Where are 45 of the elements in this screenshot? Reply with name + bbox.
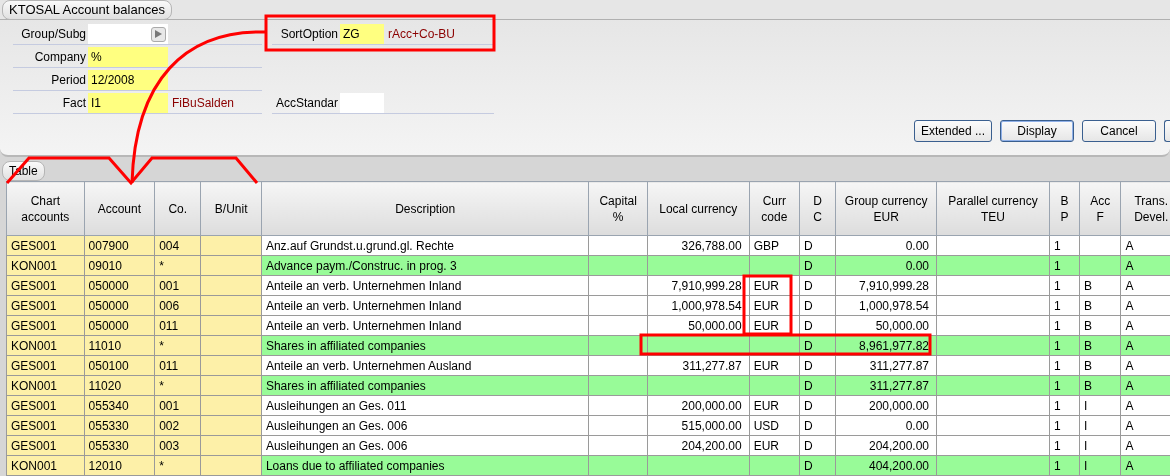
input-field[interactable]: % [88,47,168,67]
input-field[interactable]: 12/2008 [88,70,168,90]
table-cell: KON001 [6,255,85,276]
window-title[interactable]: KTOSAL Account balances [2,0,173,20]
table-cell: GES001 [6,315,85,336]
column-header[interactable]: B P [1049,181,1080,236]
table-cell: GES001 [6,235,85,256]
play-icon[interactable] [151,26,166,42]
column-header[interactable]: Co. [154,181,201,236]
column-header[interactable]: Chart accounts [6,181,85,236]
column-header[interactable]: Parallel currency TEU [936,181,1050,236]
column-header[interactable]: Acc F [1079,181,1121,236]
table-cell: GES001 [6,415,85,436]
field-label: AccStandar [274,95,339,112]
button[interactable]: Cancel [1082,120,1156,142]
column-header[interactable]: Trans. Devel. [1120,181,1170,236]
column-header[interactable]: Local currency [647,181,750,236]
input-field[interactable]: ZG [340,24,384,44]
field-label: SortOption [279,26,339,43]
button[interactable]: Display [1000,120,1074,142]
input-field[interactable] [340,93,384,113]
input-field[interactable]: I1 [88,93,168,113]
column-header[interactable]: D C [799,181,836,236]
table-cell: KON001 [6,375,85,396]
picker-field[interactable] [88,24,168,44]
column-header[interactable]: Description [261,181,589,236]
table-cell: KON001 [6,335,85,356]
table-cell: GES001 [6,295,85,316]
field-label: Group/Subg [20,26,87,43]
button[interactable]: Extended ... [913,120,992,142]
column-header[interactable]: Curr code [749,181,800,236]
field-description: FiBuSalden [171,95,235,112]
column-header[interactable]: Group currency EUR [835,181,937,236]
field-label: Company [33,49,87,66]
field-label: Fact [61,95,87,112]
field-description: rAcc+Co-BU [387,26,455,43]
table-cell: KON001 [6,455,85,476]
table-cell: GES001 [6,355,85,376]
column-header[interactable]: Account [84,181,155,236]
field-label: Period [50,72,87,89]
column-header[interactable]: Capital % [588,181,648,236]
table-cell: GES001 [6,275,85,296]
table-cell: GES001 [6,395,85,416]
table-cell: GES001 [6,435,85,456]
column-header[interactable]: B/Unit [200,181,262,236]
